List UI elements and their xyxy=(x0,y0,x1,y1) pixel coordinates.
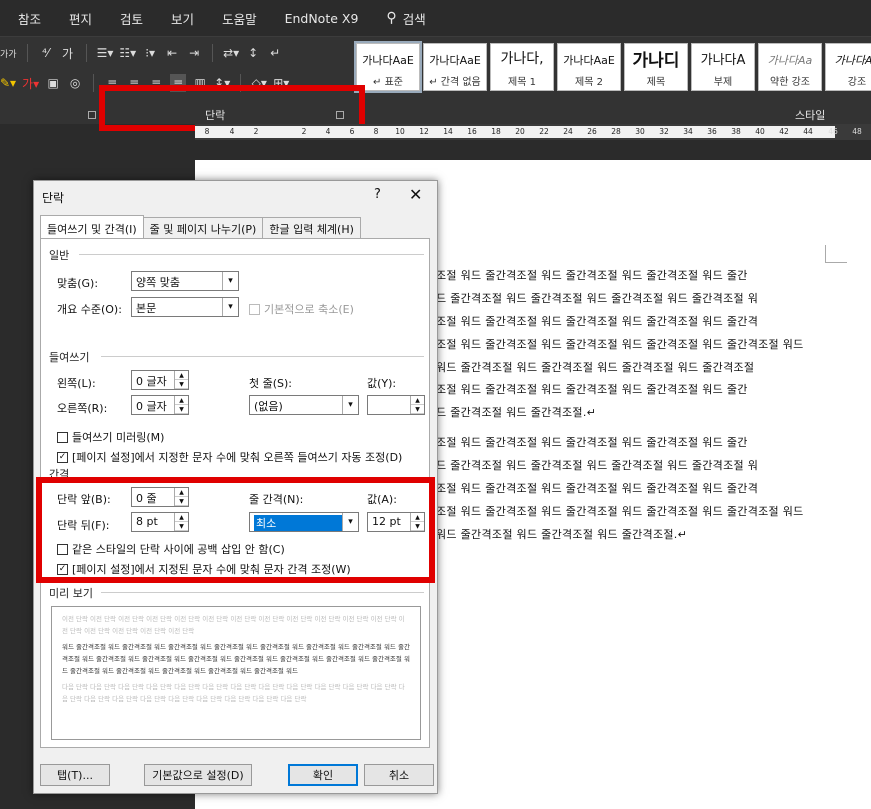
indent-by-input[interactable]: ▲ ▼ xyxy=(367,395,425,415)
indent-right-label: 오른쪽(R): xyxy=(57,402,108,415)
special-indent-label: 첫 줄(S): xyxy=(249,377,293,390)
special-indent-select[interactable]: (없음) ▾ xyxy=(249,395,359,415)
margin-corner-mark xyxy=(825,245,847,263)
tab-indents-spacing[interactable]: 들여쓰기 및 간격(I) xyxy=(40,215,144,239)
style-subtitle[interactable]: 가나다A 부제 xyxy=(691,43,755,91)
style-heading-2[interactable]: 가나다AaE 제목 2 xyxy=(557,43,621,91)
menu-references[interactable]: 참조 xyxy=(18,9,41,28)
ok-button[interactable]: 확인 xyxy=(288,764,358,786)
char-shading-icon[interactable]: ▣ xyxy=(45,74,61,92)
numbering-icon[interactable]: ☷▾ xyxy=(119,44,136,62)
section-preview: 미리 보기 xyxy=(49,587,93,600)
spin-buttons[interactable]: ▲ ▼ xyxy=(174,396,188,414)
enclose-char-icon[interactable]: ◎ xyxy=(67,74,83,92)
spin-buttons[interactable]: ▲ ▼ xyxy=(410,396,424,414)
styles-group-label: 스타일 xyxy=(795,109,826,122)
chevron-down-icon: ▾ xyxy=(222,298,238,316)
spin-buttons[interactable]: ▲ ▼ xyxy=(174,371,188,389)
alignment-select[interactable]: 양쪽 맞춤 ▾ xyxy=(131,271,239,291)
outline-level-label: 개요 수준(O): xyxy=(57,303,122,316)
collapsed-by-default-checkbox[interactable]: 기본적으로 축소(E) xyxy=(249,301,354,317)
style-no-spacing[interactable]: 가나다AaE ↵ 간격 없음 xyxy=(423,43,487,91)
styles-gallery: 가나다AaE ↵ 표준 가나다AaE ↵ 간격 없음 가나다, 제목 1 가나다… xyxy=(354,41,871,93)
doc-line: 조절 워드 줄간격조절 워드 줄간격조절 워드 줄간격조절 워드 줄간 xyxy=(436,269,748,282)
menu-bar: 참조 편지 검토 보기 도움말 EndNote X9 ⚲ 검색 xyxy=(0,0,871,36)
chevron-down-icon: ▾ xyxy=(342,396,358,414)
chevron-down-icon: ▾ xyxy=(222,272,238,290)
text-direction-icon[interactable]: ⇄▾ xyxy=(223,44,239,62)
doc-line: 조절 워드 줄간격조절 워드 줄간격조절 워드 줄간격조절 워드 줄간격조절 워… xyxy=(436,338,804,351)
dialog-tabs: 들여쓰기 및 간격(I) 줄 및 페이지 나누기(P) 한글 입력 체계(H) xyxy=(40,215,361,239)
doc-line: 조절 워드 줄간격조절 워드 줄간격조절 워드 줄간격조절 워드 줄간격 xyxy=(436,482,759,495)
preview-next-paragraph: 다음 단락 다음 단락 다음 단락 다음 단락 다음 단락 다음 단락 다음 단… xyxy=(62,683,405,703)
style-heading-1[interactable]: 가나다, 제목 1 xyxy=(490,43,554,91)
indent-left-label: 왼쪽(L): xyxy=(57,377,96,390)
style-title[interactable]: 가나디 제목 xyxy=(624,43,688,91)
cancel-button[interactable]: 취소 xyxy=(364,764,434,786)
doc-line: 워드 줄간격조절 워드 줄간격조절 워드 줄간격조절 워드 줄간격조절 xyxy=(436,361,755,374)
bullets-icon[interactable]: ☰▾ xyxy=(97,44,114,62)
auto-adjust-indent-checkbox[interactable]: ✓ [페이지 설정]에서 지정한 문자 수에 맞춰 오른쪽 들여쓰기 자동 조정… xyxy=(57,449,402,465)
highlight-icon[interactable]: ✎▾ xyxy=(0,74,16,92)
font-launcher-icon[interactable] xyxy=(88,111,96,119)
preview-previous-paragraph: 이전 단락 이전 단락 이전 단락 이전 단락 이전 단락 이전 단락 이전 단… xyxy=(62,615,405,635)
set-default-button[interactable]: 기본값으로 설정(D) xyxy=(144,764,252,786)
indent-left-input[interactable]: 0 글자 ▲ ▼ xyxy=(131,370,189,390)
multilevel-list-icon[interactable]: ⁝▾ xyxy=(142,44,158,62)
indent-right-input[interactable]: 0 글자 ▲ ▼ xyxy=(131,395,189,415)
style-emphasis[interactable]: 가나다Aa 강조 xyxy=(825,43,871,91)
section-indentation: 들여쓰기 xyxy=(49,351,90,364)
doc-line: 드 줄간격조절 워드 줄간격조절.↵ xyxy=(436,406,597,419)
close-icon[interactable]: ✕ xyxy=(409,185,422,204)
doc-line: 조절 워드 줄간격조절 워드 줄간격조절 워드 줄간격조절 워드 줄간격 xyxy=(436,315,759,328)
outline-level-select[interactable]: 본문 ▾ xyxy=(131,297,239,317)
doc-line: 조절 워드 줄간격조절 워드 줄간격조절 워드 줄간격조절 워드 줄간 xyxy=(436,436,748,449)
preview-box: 이전 단락 이전 단락 이전 단락 이전 단락 이전 단락 이전 단락 이전 단… xyxy=(51,606,421,740)
tab-asian-typography[interactable]: 한글 입력 체계(H) xyxy=(262,217,361,239)
highlight-box-spacing-section xyxy=(36,477,435,583)
doc-line: 워드 줄간격조절 워드 줄간격조절 워드 줄간격조절.↵ xyxy=(436,528,688,541)
style-subtle-emphasis[interactable]: 가나다Aa 약한 강조 xyxy=(758,43,822,91)
doc-line: 드 줄간격조절 워드 줄간격조절 워드 줄간격조절 워드 줄간격조절 워 xyxy=(436,459,759,472)
section-general: 일반 xyxy=(49,249,70,262)
menu-view[interactable]: 보기 xyxy=(171,9,194,28)
menu-mailings[interactable]: 편지 xyxy=(69,9,92,28)
help-icon[interactable]: ? xyxy=(374,187,381,202)
search-label: 검색 xyxy=(402,11,426,27)
menu-review[interactable]: 검토 xyxy=(120,9,143,28)
menu-help[interactable]: 도움말 xyxy=(222,9,257,28)
tabs-button[interactable]: 탭(T)... xyxy=(40,764,110,786)
char-border-icon[interactable]: 가 xyxy=(60,44,76,62)
font-size-text: 가가 xyxy=(0,49,17,60)
sort-icon[interactable]: ↕ xyxy=(245,44,261,62)
style-normal[interactable]: 가나다AaE ↵ 표준 xyxy=(354,41,422,93)
tab-line-page-breaks[interactable]: 줄 및 페이지 나누기(P) xyxy=(142,217,264,239)
mirror-indents-checkbox[interactable]: 들여쓰기 미러링(M) xyxy=(57,429,164,445)
increase-indent-icon[interactable]: ⇥ xyxy=(186,44,202,62)
menu-endnote[interactable]: EndNote X9 xyxy=(285,11,359,26)
dialog-title: 단락 xyxy=(42,191,65,205)
preview-sample-paragraph: 워드 줄간격조절 워드 줄간격조절 워드 줄간격조절 워드 줄간격조절 워드 줄… xyxy=(62,643,410,675)
ruler[interactable]: 8 4 2 2 4 6 8 10 12 14 16 18 20 22 24 26… xyxy=(195,124,871,140)
decrease-indent-icon[interactable]: ⇤ xyxy=(164,44,180,62)
alignment-label: 맞춤(G): xyxy=(57,277,99,290)
search-icon: ⚲ xyxy=(386,10,397,26)
indent-by-label: 값(Y): xyxy=(367,377,397,390)
font-color-icon[interactable]: 가▾ xyxy=(22,74,39,92)
show-marks-icon[interactable]: ↵ xyxy=(267,44,283,62)
doc-line: 드 줄간격조절 워드 줄간격조절 워드 줄간격조절 워드 줄간격조절 워 xyxy=(436,292,759,305)
doc-line: 조절 워드 줄간격조절 워드 줄간격조절 워드 줄간격조절 워드 줄간 xyxy=(436,383,748,396)
doc-line: 조절 워드 줄간격조절 워드 줄간격조절 워드 줄간격조절 워드 줄간격조절 워… xyxy=(436,505,804,518)
search-box[interactable]: ⚲ 검색 xyxy=(386,9,425,28)
phonetic-guide-icon[interactable]: ⁴⁄ xyxy=(38,44,54,62)
